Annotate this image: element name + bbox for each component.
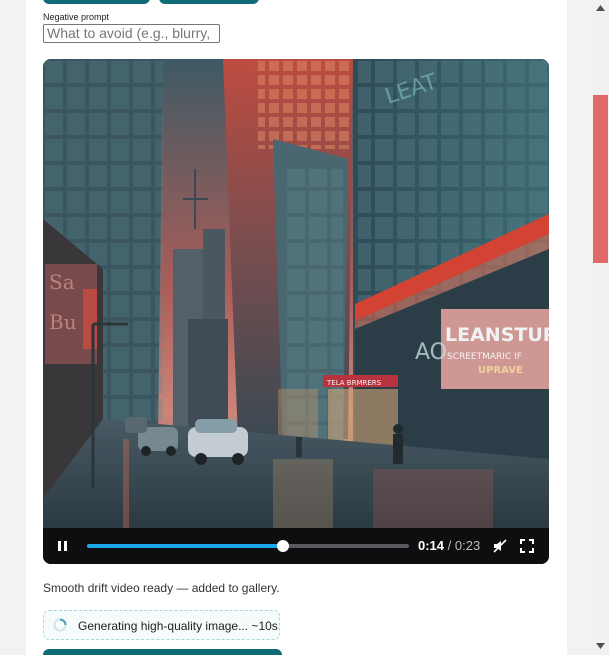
negative-prompt-input[interactable] bbox=[43, 24, 220, 43]
video-time-separator: / bbox=[444, 538, 455, 553]
top-action-button-1[interactable] bbox=[43, 0, 150, 4]
generating-indicator: Generating high-quality image... ~10s bbox=[43, 610, 280, 640]
video-frame-city-street: Sa Bu LEAT LEANSTUR SCREETMARIC IF UPRAV… bbox=[43, 59, 549, 564]
volume-muted-icon bbox=[493, 539, 507, 553]
scroll-up-arrow-icon[interactable] bbox=[596, 5, 605, 11]
video-time-current: 0:14 bbox=[418, 538, 445, 553]
negative-prompt-label: Negative prompt bbox=[43, 12, 110, 22]
mute-button[interactable] bbox=[492, 538, 508, 554]
fullscreen-button[interactable] bbox=[519, 538, 535, 554]
spinner-icon bbox=[53, 618, 67, 632]
bottom-action-button[interactable] bbox=[43, 649, 282, 655]
top-action-button-2[interactable] bbox=[159, 0, 259, 4]
video-seek-progress bbox=[87, 544, 284, 548]
scroll-down-arrow-icon[interactable] bbox=[596, 643, 605, 649]
content-card: Negative prompt What to avoid (e.g., blu… bbox=[26, 0, 567, 655]
video-player[interactable]: Sa Bu LEAT LEANSTUR SCREETMARIC IF UPRAV… bbox=[43, 59, 549, 564]
video-seek-bar[interactable] bbox=[87, 540, 409, 552]
video-time: 0:14 / 0:23 bbox=[418, 538, 480, 553]
fullscreen-icon bbox=[520, 539, 534, 553]
video-time-total: 0:23 bbox=[454, 538, 481, 553]
pause-button[interactable] bbox=[55, 538, 71, 554]
vertical-scrollbar[interactable] bbox=[592, 0, 609, 655]
status-message: Smooth drift video ready — added to gall… bbox=[43, 581, 280, 595]
scrollbar-thumb[interactable] bbox=[593, 95, 608, 263]
video-seek-thumb[interactable] bbox=[277, 540, 290, 552]
video-controls: 0:14 / 0:23 bbox=[43, 528, 549, 564]
pause-icon bbox=[58, 541, 67, 551]
generating-text: Generating high-quality image... ~10s bbox=[78, 619, 278, 633]
page: Negative prompt What to avoid (e.g., blu… bbox=[0, 0, 609, 655]
